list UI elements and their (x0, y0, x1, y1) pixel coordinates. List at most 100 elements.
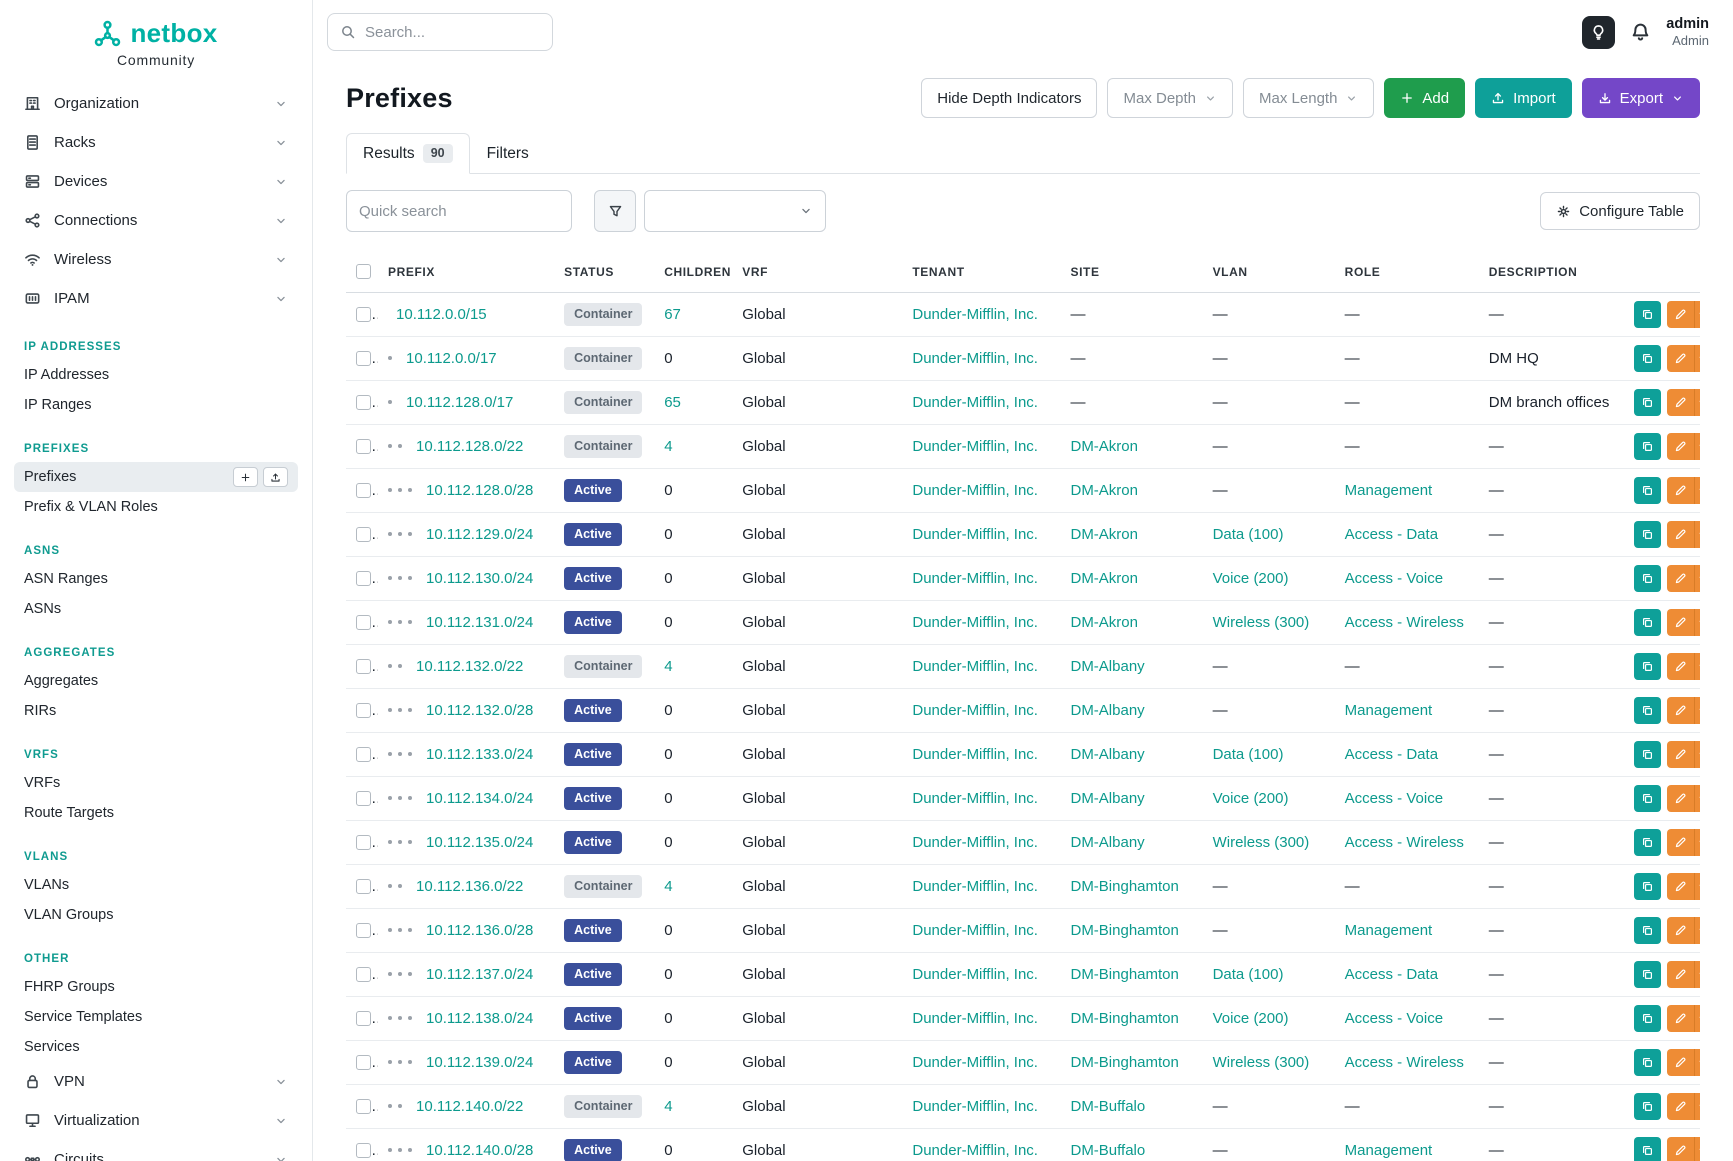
tenant-link[interactable]: Dunder-Mifflin, Inc. (912, 702, 1038, 719)
role-link[interactable]: Management (1345, 922, 1433, 939)
tenant-link[interactable]: Dunder-Mifflin, Inc. (912, 570, 1038, 587)
tenant-link[interactable]: Dunder-Mifflin, Inc. (912, 438, 1038, 455)
edit-dropdown-button[interactable] (1694, 741, 1700, 768)
row-checkbox[interactable] (356, 1055, 371, 1070)
clone-button[interactable] (1634, 873, 1661, 900)
tenant-link[interactable]: Dunder-Mifflin, Inc. (912, 306, 1038, 323)
prefix-link[interactable]: 10.112.138.0/24 (426, 1010, 533, 1027)
clone-button[interactable] (1634, 565, 1661, 592)
tenant-link[interactable]: Dunder-Mifflin, Inc. (912, 966, 1038, 983)
role-link[interactable]: Access - Voice (1345, 790, 1443, 807)
sidebar-group-circuits[interactable]: Circuits (14, 1140, 298, 1161)
row-checkbox[interactable] (356, 1011, 371, 1026)
prefix-link[interactable]: 10.112.0.0/15 (396, 306, 487, 323)
children-link[interactable]: 4 (664, 1098, 672, 1115)
site-link[interactable]: DM-Buffalo (1070, 1142, 1145, 1159)
tenant-link[interactable]: Dunder-Mifflin, Inc. (912, 1010, 1038, 1027)
quick-search-input[interactable] (346, 190, 572, 232)
edit-dropdown-button[interactable] (1694, 873, 1700, 900)
tenant-link[interactable]: Dunder-Mifflin, Inc. (912, 658, 1038, 675)
import-button[interactable]: Import (1475, 78, 1572, 118)
site-link[interactable]: DM-Binghamton (1070, 1010, 1178, 1027)
clone-button[interactable] (1634, 741, 1661, 768)
row-checkbox[interactable] (356, 747, 371, 762)
tenant-link[interactable]: Dunder-Mifflin, Inc. (912, 1054, 1038, 1071)
hide-depth-indicators-button[interactable]: Hide Depth Indicators (921, 78, 1097, 118)
sidebar-item-prefixes[interactable]: Prefixes (14, 462, 298, 492)
row-checkbox[interactable] (356, 791, 371, 806)
sidebar-group-virtualization[interactable]: Virtualization (14, 1101, 298, 1140)
clone-button[interactable] (1634, 301, 1661, 328)
edit-dropdown-button[interactable] (1694, 1005, 1700, 1032)
column-header-vrf[interactable]: VRF (732, 252, 902, 292)
column-header-status[interactable]: Status (554, 252, 654, 292)
row-checkbox[interactable] (356, 483, 371, 498)
global-search-input[interactable] (365, 24, 540, 41)
column-header-tenant[interactable]: Tenant (902, 252, 1060, 292)
bell-icon[interactable] (1630, 22, 1651, 43)
row-checkbox[interactable] (356, 835, 371, 850)
sidebar-item-asns[interactable]: ASNs (14, 594, 298, 624)
tenant-link[interactable]: Dunder-Mifflin, Inc. (912, 878, 1038, 895)
sidebar-item-prefix-vlan-roles[interactable]: Prefix & VLAN Roles (14, 492, 298, 522)
sidebar-item-fhrp-groups[interactable]: FHRP Groups (14, 972, 298, 1002)
site-link[interactable]: DM-Binghamton (1070, 922, 1178, 939)
brand[interactable]: netbox Community (14, 12, 298, 84)
clone-button[interactable] (1634, 785, 1661, 812)
tenant-link[interactable]: Dunder-Mifflin, Inc. (912, 614, 1038, 631)
tenant-link[interactable]: Dunder-Mifflin, Inc. (912, 1142, 1038, 1159)
tenant-link[interactable]: Dunder-Mifflin, Inc. (912, 350, 1038, 367)
sidebar-item-rirs[interactable]: RIRs (14, 696, 298, 726)
sidebar-item-aggregates[interactable]: Aggregates (14, 666, 298, 696)
clone-button[interactable] (1634, 389, 1661, 416)
site-link[interactable]: DM-Albany (1070, 790, 1144, 807)
tenant-link[interactable]: Dunder-Mifflin, Inc. (912, 790, 1038, 807)
role-link[interactable]: Access - Voice (1345, 570, 1443, 587)
column-header-children[interactable]: Children (654, 252, 732, 292)
column-header-vlan[interactable]: VLAN (1203, 252, 1335, 292)
tenant-link[interactable]: Dunder-Mifflin, Inc. (912, 394, 1038, 411)
edit-dropdown-button[interactable] (1694, 829, 1700, 856)
row-checkbox[interactable] (356, 527, 371, 542)
edit-dropdown-button[interactable] (1694, 521, 1700, 548)
tenant-link[interactable]: Dunder-Mifflin, Inc. (912, 834, 1038, 851)
edit-dropdown-button[interactable] (1694, 1093, 1700, 1120)
edit-dropdown-button[interactable] (1694, 653, 1700, 680)
prefix-link[interactable]: 10.112.136.0/28 (426, 922, 533, 939)
edit-button[interactable] (1667, 741, 1694, 768)
max-length-dropdown[interactable]: Max Length (1243, 78, 1374, 118)
clone-button[interactable] (1634, 1005, 1661, 1032)
role-link[interactable]: Access - Wireless (1345, 614, 1464, 631)
children-link[interactable]: 65 (664, 394, 681, 411)
saved-filter-select[interactable] (644, 190, 826, 232)
max-depth-dropdown[interactable]: Max Depth (1107, 78, 1233, 118)
children-link[interactable]: 4 (664, 878, 672, 895)
site-link[interactable]: DM-Albany (1070, 834, 1144, 851)
role-link[interactable]: Management (1345, 1142, 1433, 1159)
row-checkbox[interactable] (356, 703, 371, 718)
sidebar-group-racks[interactable]: Racks (14, 123, 298, 162)
sidebar-item-ip-addresses[interactable]: IP Addresses (14, 360, 298, 390)
column-header-prefix[interactable]: Prefix (378, 252, 554, 292)
sidebar-item-route-targets[interactable]: Route Targets (14, 798, 298, 828)
edit-dropdown-button[interactable] (1694, 1049, 1700, 1076)
site-link[interactable]: DM-Akron (1070, 482, 1138, 499)
sidebar-item-vrfs[interactable]: VRFs (14, 768, 298, 798)
select-all-checkbox[interactable] (356, 264, 371, 279)
row-checkbox[interactable] (356, 967, 371, 982)
sidebar-group-ipam[interactable]: IPAM (14, 279, 298, 318)
row-checkbox[interactable] (356, 659, 371, 674)
configure-table-button[interactable]: Configure Table (1540, 192, 1700, 230)
edit-button[interactable] (1667, 301, 1694, 328)
edit-button[interactable] (1667, 873, 1694, 900)
edit-button[interactable] (1667, 829, 1694, 856)
tenant-link[interactable]: Dunder-Mifflin, Inc. (912, 922, 1038, 939)
prefix-link[interactable]: 10.112.0.0/17 (406, 350, 497, 367)
edit-dropdown-button[interactable] (1694, 917, 1700, 944)
site-link[interactable]: DM-Akron (1070, 438, 1138, 455)
edit-button[interactable] (1667, 653, 1694, 680)
prefix-link[interactable]: 10.112.130.0/24 (426, 570, 533, 587)
edit-button[interactable] (1667, 697, 1694, 724)
clone-button[interactable] (1634, 1093, 1661, 1120)
sidebar-group-wireless[interactable]: Wireless (14, 240, 298, 279)
